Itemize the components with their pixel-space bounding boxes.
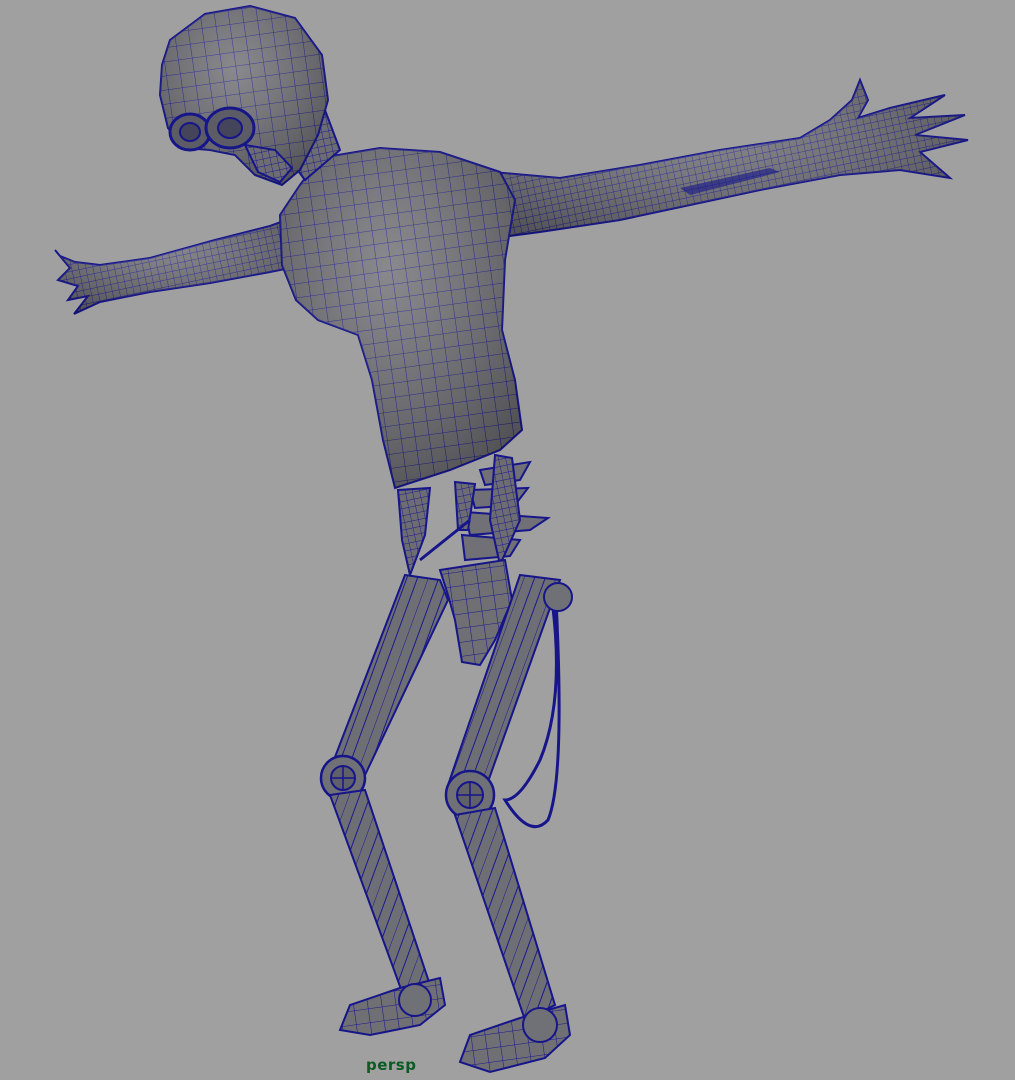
perspective-viewport[interactable]: persp [0,0,1015,1080]
scene-canvas[interactable] [0,0,1015,1080]
character-mesh-icon[interactable] [54,4,969,1074]
camera-label: persp [366,1056,417,1074]
